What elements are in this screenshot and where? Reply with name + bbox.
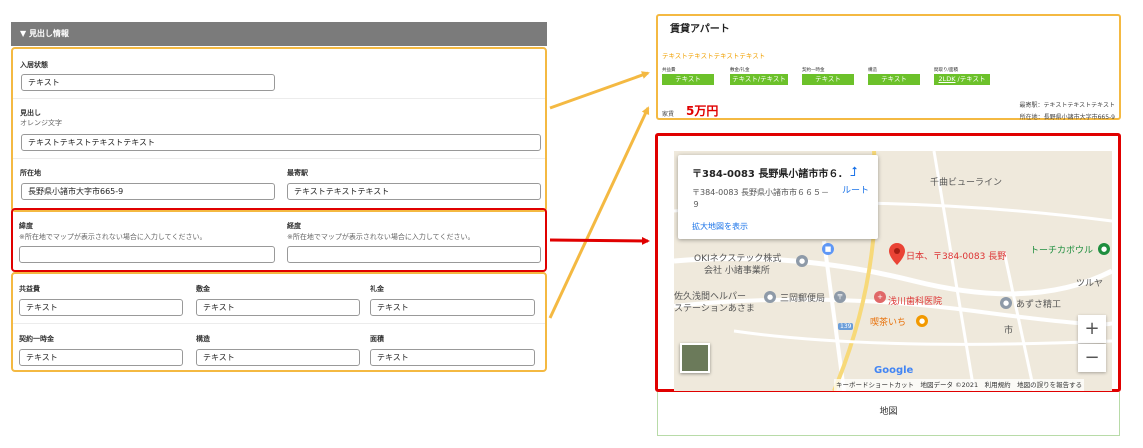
- key-money-input[interactable]: テキスト: [370, 299, 535, 316]
- tag-contract-fee: 契約一時金 テキスト: [802, 67, 854, 85]
- heading-input[interactable]: テキストテキストテキストテキスト: [21, 134, 541, 151]
- shop-pin-icon: ■: [822, 243, 834, 255]
- deposit-input[interactable]: テキスト: [196, 299, 360, 316]
- coordinates-group: 緯度 ※所在地でマップが表示されない場合に入力してください。 経度 ※所在地でマ…: [11, 208, 547, 272]
- poi-cafe: 喫茶いち: [870, 318, 907, 328]
- poi-chikuma: 千曲ビューライン: [930, 178, 1003, 188]
- poi-marker-label: 日本、〒384-0083 長野: [906, 252, 1007, 262]
- orange-arrow-bottom: [548, 106, 650, 319]
- cafe-pin-icon: ●: [916, 315, 928, 327]
- address-row: 所在地 長野県小諸市大字市665-9 最寄駅 テキストテキストテキスト: [13, 159, 545, 209]
- lat-label: 緯度: [19, 222, 33, 230]
- station-line: 最寄駅：テキストテキストテキスト: [1019, 102, 1115, 109]
- contract-fee-label: 契約一時金: [19, 335, 54, 343]
- place-address: 〒384-0083 長野県小諸市市６６５－９: [692, 188, 830, 209]
- view-larger-map-link[interactable]: 拡大地図を表示: [692, 221, 748, 232]
- key-money-label: 礼金: [370, 285, 384, 293]
- tag-value: テキスト: [868, 74, 920, 85]
- tag-structure: 構造 テキスト: [868, 67, 920, 85]
- area-input[interactable]: テキスト: [370, 349, 535, 366]
- apartment-preview-card: 賃貸アパート テキストテキストテキストテキスト 共益費 テキスト 敷金/礼金 テ…: [656, 14, 1121, 121]
- poi-azusa: あずさ精工: [1016, 300, 1062, 310]
- place-title: 〒384-0083 長野県小諸市市６...: [692, 169, 842, 180]
- deposit-label: 敷金: [196, 285, 210, 293]
- rent-value: 5万円: [686, 104, 719, 118]
- move-in-label: 入居状態: [20, 61, 48, 69]
- orange-heading-text: テキストテキストテキストテキスト: [662, 52, 766, 60]
- tag-value: テキスト: [802, 74, 854, 85]
- fees-group: 共益費 テキスト 敷金 テキスト 礼金 テキスト 契約一時金 テキスト 構造 テ…: [11, 272, 547, 372]
- heading-info-group: 入居状態 テキスト 見出し オレンジ文字 テキストテキストテキストテキスト 所在…: [11, 47, 547, 212]
- tag-label: 共益費: [662, 68, 676, 73]
- tag-value: テキスト: [662, 74, 714, 85]
- lat-input[interactable]: [19, 246, 275, 263]
- move-in-row: 入居状態 テキスト: [13, 49, 545, 99]
- layout-rest: /テキスト: [955, 75, 986, 83]
- orange-arrow-top: [549, 71, 650, 110]
- directions-label[interactable]: ルート: [842, 183, 869, 196]
- map-preview-frame: 千曲ビューライン 日本、〒384-0083 長野 トーチカボウル ● ツルヤ O…: [655, 133, 1121, 392]
- heading-label: 見出し: [20, 109, 41, 117]
- lng-label: 経度: [287, 222, 301, 230]
- satellite-toggle[interactable]: [680, 343, 710, 373]
- common-fee-input[interactable]: テキスト: [19, 299, 183, 316]
- poi-oki-2: 会社 小諸事業所: [704, 266, 770, 276]
- oki-pin-icon: ●: [796, 255, 808, 267]
- tag-common-fee: 共益費 テキスト: [662, 67, 714, 85]
- move-in-input[interactable]: テキスト: [21, 74, 275, 91]
- heading-note: オレンジ文字: [20, 119, 62, 127]
- station-input[interactable]: テキストテキストテキスト: [287, 183, 541, 200]
- kyuasama-pin-icon: ●: [764, 291, 776, 303]
- place-info-card: 〒384-0083 長野県小諸市市６... 〒384-0083 長野県小諸市市６…: [678, 155, 878, 239]
- tochika-pin-icon: ●: [1098, 243, 1110, 255]
- azusa-pin-icon: ●: [1000, 297, 1012, 309]
- tag-label: 敷金/礼金: [730, 68, 750, 73]
- directions-icon[interactable]: ⮥: [850, 165, 858, 180]
- google-logo: Google: [874, 365, 914, 376]
- tag-label: 間取り/面積: [934, 68, 959, 73]
- tag-layout: 間取り/面積 2LDK /テキスト: [934, 67, 990, 85]
- tag-deposit: 敷金/礼金 テキスト/テキスト: [730, 67, 788, 85]
- map-section-label: 地図: [657, 392, 1120, 436]
- address-label: 所在地: [20, 169, 41, 177]
- station-label: 最寄駅: [287, 169, 308, 177]
- poi-ichi: 市: [1004, 326, 1014, 336]
- layout-link[interactable]: 2LDK: [938, 75, 955, 83]
- edit-form-panel: ▼ 見出し情報 入居状態 テキスト 見出し オレンジ文字 テキストテキストテキス…: [11, 22, 547, 372]
- poi-tochika: トーチカボウル: [1030, 246, 1094, 256]
- structure-input[interactable]: テキスト: [196, 349, 360, 366]
- apartment-title: 賃貸アパート: [670, 24, 730, 35]
- common-fee-label: 共益費: [19, 285, 40, 293]
- structure-row: 契約一時金 テキスト 構造 テキスト 面積 テキスト: [13, 324, 545, 370]
- tag-value: 2LDK /テキスト: [934, 74, 990, 85]
- red-arrow: [549, 236, 650, 245]
- dental-pin-icon: +: [874, 291, 886, 303]
- structure-label: 構造: [196, 335, 210, 343]
- lat-note: ※所在地でマップが表示されない場合に入力してください。: [19, 233, 207, 241]
- poi-kyuasama-2: ステーションあさま: [674, 304, 755, 314]
- tag-label: 契約一時金: [802, 68, 825, 73]
- section-header[interactable]: ▼ 見出し情報: [11, 22, 547, 46]
- contract-fee-input[interactable]: テキスト: [19, 349, 183, 366]
- area-label: 面積: [370, 335, 384, 343]
- google-map[interactable]: 千曲ビューライン 日本、〒384-0083 長野 トーチカボウル ● ツルヤ O…: [674, 151, 1112, 391]
- tag-value: テキスト/テキスト: [730, 74, 788, 85]
- rent-label: 家賃: [662, 111, 675, 118]
- zoom-in-button[interactable]: +: [1078, 315, 1106, 343]
- poi-tsurya: ツルヤ: [1076, 279, 1104, 289]
- poi-post: 三岡郵便局: [780, 294, 826, 304]
- fees-row: 共益費 テキスト 敷金 テキスト 礼金 テキスト: [13, 274, 545, 324]
- tag-label: 構造: [868, 68, 877, 73]
- map-attribution[interactable]: キーボードショートカット 地図データ ©2021 利用規約 地図の誤りを報告する: [834, 379, 1085, 391]
- heading-row: 見出し オレンジ文字 テキストテキストテキストテキスト: [13, 99, 545, 159]
- route-shield: 139: [838, 323, 854, 330]
- lng-note: ※所在地でマップが表示されない場合に入力してください。: [287, 233, 475, 241]
- address-input[interactable]: 長野県小諸市大字市665-9: [21, 183, 275, 200]
- address-line: 所在地：長野県小諸市大字市665-9: [1019, 114, 1115, 121]
- post-pin-icon: 〒: [834, 291, 846, 303]
- lng-input[interactable]: [287, 246, 541, 263]
- location-marker-icon: [889, 243, 905, 265]
- zoom-out-button[interactable]: −: [1078, 344, 1106, 372]
- poi-dental: 浅川歯科医院: [888, 297, 943, 307]
